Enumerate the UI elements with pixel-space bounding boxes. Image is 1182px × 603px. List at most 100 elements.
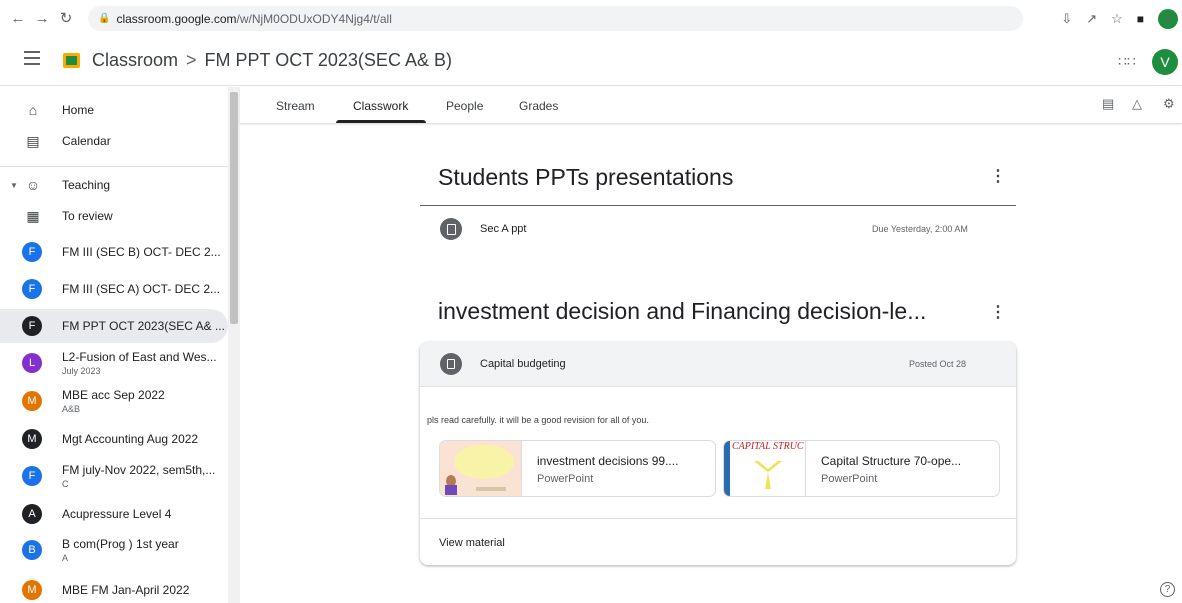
browser-actions: ⇩ ↗ ☆ ■ V [1061,6,1182,31]
sidebar-class-item[interactable]: M MBE FM Jan-April 2022 [0,573,228,603]
settings-gear-icon[interactable]: ⚙ [1163,96,1175,112]
sidebar-item-home[interactable]: ⌂ Home [0,93,228,127]
lock-icon: 🔒 [98,13,111,24]
side-panel-icon[interactable]: ■ [1137,12,1144,26]
attachment-card[interactable]: CAPITAL STRUC Capital Structure 70-ope..… [723,440,1000,497]
breadcrumb-app[interactable]: Classroom [92,50,178,70]
sidebar-class-item-active[interactable]: F FM PPT OCT 2023(SEC A& ... [0,309,228,343]
tab-stream[interactable]: Stream [276,99,315,113]
share-icon[interactable]: ↗ [1086,11,1097,27]
attachment-type: PowerPoint [537,473,594,485]
class-name: FM july-Nov 2022, sem5th,... [62,463,216,477]
material-description: pls read carefully. it will be a good re… [427,415,649,425]
sidebar-class-item[interactable]: M MBE acc Sep 2022 A&B [0,384,228,418]
google-apps-icon[interactable]: ∷∷ [1118,53,1136,70]
attachment-thumbnail [440,441,522,496]
sidebar-class-item[interactable]: F FM III (SEC B) OCT- DEC 2... [0,235,228,269]
topic-divider [420,205,1016,206]
breadcrumb-class[interactable]: FM PPT OCT 2023(SEC A& B) [205,50,452,70]
class-tabs: Stream Classwork People Grades [240,87,1182,124]
class-section: A [62,553,69,563]
calendar-icon[interactable]: ▤ [1102,96,1114,112]
material-header[interactable]: Capital budgeting Posted Oct 28 [420,342,1016,387]
class-name: FM III (SEC A) OCT- DEC 2... [62,282,221,296]
attachment-thumbnail: CAPITAL STRUC [724,441,806,496]
tab-classwork[interactable]: Classwork [353,99,408,113]
reload-icon[interactable]: ↻ [56,9,76,27]
class-name: Acupressure Level 4 [62,507,172,521]
review-icon: ▦ [26,207,40,224]
attachment-title: investment decisions 99.... [537,454,679,468]
url-host: classroom.google.com [116,11,237,26]
material-icon [440,353,462,375]
people-icon: ☺ [25,177,41,193]
url-path: /w/NjM0ODUxODY4Njg4/t/all [236,11,392,26]
sidebar-class-item[interactable]: A Acupressure Level 4 [0,497,228,531]
class-section: A&B [62,404,81,414]
assignment-title[interactable]: Sec A ppt [480,223,526,235]
attachment-card[interactable]: investment decisions 99.... PowerPoint [439,440,716,497]
class-avatar: M [22,391,42,411]
assignment-icon [440,218,462,240]
tab-people[interactable]: People [446,99,483,113]
sidebar-item-label: To review [62,209,113,223]
class-avatar: A [22,504,42,524]
class-avatar: M [22,429,42,449]
sidebar-item-calendar[interactable]: ▤ Calendar [0,124,228,158]
forward-arrow-icon[interactable]: → [32,10,52,27]
material-title[interactable]: Capital budgeting [480,358,566,370]
sidebar-class-item[interactable]: M Mgt Accounting Aug 2022 [0,422,228,456]
topic-more-options-icon[interactable]: ⋮ [990,166,1006,186]
class-name: FM III (SEC B) OCT- DEC 2... [62,245,221,259]
sidebar-item-to-review[interactable]: ▦ To review [0,199,228,233]
sidebar-class-item[interactable]: L L2-Fusion of East and Wes... July 2023 [0,346,228,380]
sidebar-class-item[interactable]: F FM III (SEC A) OCT- DEC 2... [0,272,228,306]
class-avatar: B [22,540,42,560]
install-app-icon[interactable]: ⇩ [1061,11,1072,27]
active-tab-indicator [336,120,426,123]
drive-icon[interactable]: △ [1132,96,1142,112]
browser-toolbar: ← → ↻ 🔒 classroom.google.com/w/NjM0ODUxO… [0,0,1182,36]
star-icon[interactable]: ☆ [1111,11,1123,27]
class-name: B com(Prog ) 1st year [62,537,179,551]
expand-caret-icon[interactable]: ▼ [10,181,18,190]
home-icon: ⌂ [28,102,38,118]
account-avatar[interactable]: V [1152,49,1178,75]
classroom-logo-icon[interactable] [63,53,80,68]
back-arrow-icon[interactable]: ← [8,10,28,27]
browser-profile-avatar[interactable]: V [1158,8,1178,29]
attachment-type: PowerPoint [821,473,878,485]
class-name: MBE acc Sep 2022 [62,388,165,402]
card-divider [420,518,1016,519]
thumbnail-text: CAPITAL STRUC [732,441,804,452]
class-avatar: F [22,242,42,262]
topic-more-options-icon[interactable]: ⋮ [990,302,1006,322]
tab-grades[interactable]: Grades [519,99,558,113]
breadcrumb-separator: > [186,50,197,70]
class-name: L2-Fusion of East and Wes... [62,350,217,364]
class-avatar: F [22,316,42,336]
sidebar-item-teaching[interactable]: ▼ ☺ Teaching [0,168,228,202]
topic-title: investment decision and Financing decisi… [438,298,927,324]
help-icon[interactable]: ? [1160,582,1175,597]
class-name: FM PPT OCT 2023(SEC A& ... [62,319,225,333]
sidebar-class-item[interactable]: F FM july-Nov 2022, sem5th,... C [0,459,228,493]
material-posted-date: Posted Oct 28 [909,359,967,369]
attachment-title: Capital Structure 70-ope... [821,454,962,468]
sidebar-scroll-thumb[interactable] [230,92,238,324]
view-material-link[interactable]: View material [439,537,505,549]
class-avatar: F [22,279,42,299]
class-section: C [62,479,69,489]
sidebar-class-item[interactable]: B B com(Prog ) 1st year A [0,533,228,567]
calendar-icon: ▤ [26,132,40,149]
topic-title: Students PPTs presentations [438,164,734,190]
main-menu-icon[interactable] [24,51,40,65]
class-section: July 2023 [62,366,101,376]
material-card: Capital budgeting Posted Oct 28 pls read… [420,342,1016,565]
class-name: MBE FM Jan-April 2022 [62,583,190,597]
address-bar[interactable]: 🔒 classroom.google.com/w/NjM0ODUxODY4Njg… [88,6,1023,31]
breadcrumb: Classroom > FM PPT OCT 2023(SEC A& B) [92,50,452,71]
sidebar-item-label: Teaching [62,178,111,192]
class-avatar: F [22,466,42,486]
app-header: Classroom > FM PPT OCT 2023(SEC A& B) ∷∷ V [0,36,1182,86]
